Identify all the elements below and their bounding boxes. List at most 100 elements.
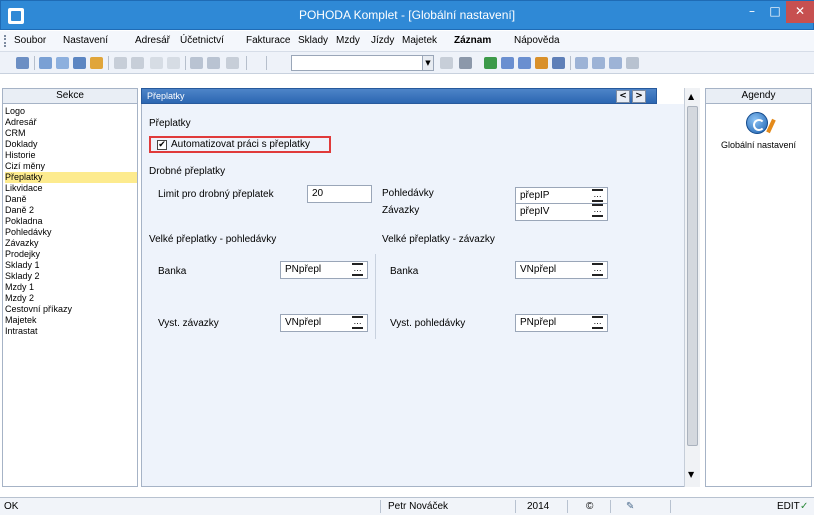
users-icon[interactable]: [535, 57, 548, 69]
menu-sklady[interactable]: Sklady: [298, 35, 328, 46]
minimize-button[interactable]: –: [739, 1, 765, 23]
section-item-sklady-2[interactable]: Sklady 2: [5, 271, 137, 282]
section-item-logo[interactable]: Logo: [5, 106, 137, 117]
report-icon[interactable]: [90, 57, 103, 69]
quick-search-combo[interactable]: [291, 55, 434, 71]
library-icon[interactable]: [16, 57, 29, 69]
menu-majetek[interactable]: Majetek: [402, 35, 437, 46]
bank-right-select-icon[interactable]: ⋯: [592, 263, 603, 276]
vertical-scrollbar[interactable]: ▲ ▼: [684, 88, 700, 487]
status-separator: [610, 500, 611, 513]
liabilities-select-icon[interactable]: ⋯: [592, 204, 603, 217]
big-liabilities-title: Velké přeplatky - závazky: [382, 234, 495, 245]
section-item-preplatky[interactable]: Přeplatky: [5, 172, 137, 183]
scroll-down-icon[interactable]: ▼: [688, 470, 694, 479]
sections-list: Logo Adresář CRM Doklady Historie Cizí m…: [2, 104, 138, 487]
scroll-up-icon[interactable]: ▲: [688, 92, 694, 101]
copyright-icon: ©: [586, 501, 594, 512]
issued-liabilities-value: VNpřepl: [285, 317, 322, 328]
receivables-label: Pohledávky: [382, 188, 434, 199]
list-icon[interactable]: [575, 57, 588, 69]
save-icon[interactable]: [190, 57, 203, 69]
section-item-pohledavky[interactable]: Pohledávky: [5, 227, 137, 238]
settings-panel: [141, 104, 687, 487]
menu-bar: Soubor Nastavení Adresář Účetnictví Fakt…: [0, 31, 814, 52]
section-item-likvidace[interactable]: Likvidace: [5, 183, 137, 194]
close-button[interactable]: ✕: [786, 1, 814, 23]
section-item-dane[interactable]: Daně: [5, 194, 137, 205]
new-record-icon[interactable]: [114, 57, 127, 69]
edit-icon[interactable]: [131, 57, 144, 69]
scroll-thumb[interactable]: [687, 106, 698, 446]
section-item-pokladna[interactable]: Pokladna: [5, 216, 137, 227]
wizard-icon[interactable]: [626, 57, 639, 69]
agendas-header: Agendy: [705, 88, 812, 104]
iban-icon[interactable]: [552, 57, 565, 69]
section-item-intrastat[interactable]: Intrastat: [5, 326, 137, 337]
section-item-mzdy-1[interactable]: Mzdy 1: [5, 282, 137, 293]
issued-receivables-select-icon[interactable]: ⋯: [592, 316, 603, 329]
section-item-mzdy-2[interactable]: Mzdy 2: [5, 293, 137, 304]
small-overpay-title: Drobné přeplatky: [149, 166, 226, 177]
print-icon[interactable]: [39, 57, 52, 69]
columns-icon[interactable]: [609, 57, 622, 69]
table-icon[interactable]: [592, 57, 605, 69]
menu-ucetnictvi[interactable]: Účetnictví: [180, 35, 224, 46]
agenda-global-settings[interactable]: Globální nastavení: [705, 140, 812, 150]
auto-checkbox-row[interactable]: ✔ Automatizovat práci s přeplatky: [149, 136, 331, 153]
nav-next-button[interactable]: >: [632, 90, 646, 103]
toolbar-separator: [108, 56, 109, 70]
limit-field[interactable]: 20: [307, 185, 372, 203]
section-item-cestovni-prikazy[interactable]: Cestovní příkazy: [5, 304, 137, 315]
section-item-adresar[interactable]: Adresář: [5, 117, 137, 128]
section-item-historie[interactable]: Historie: [5, 150, 137, 161]
maximize-button[interactable]: □: [765, 1, 785, 23]
save-all-icon[interactable]: [207, 57, 220, 69]
global-settings-icon[interactable]: [746, 112, 768, 134]
receivables-value: přepIP: [520, 190, 550, 201]
section-item-prodejky[interactable]: Prodejky: [5, 249, 137, 260]
section-item-crm[interactable]: CRM: [5, 128, 137, 139]
menu-fakturace[interactable]: Fakturace: [246, 35, 290, 46]
menu-nastaveni[interactable]: Nastavení: [63, 35, 108, 46]
calculator-icon[interactable]: [518, 57, 531, 69]
receivables-select-icon[interactable]: ⋯: [592, 189, 603, 202]
auto-checkbox[interactable]: ✔: [157, 140, 167, 150]
section-item-majetek[interactable]: Majetek: [5, 315, 137, 326]
print-preview-icon[interactable]: [56, 57, 69, 69]
menu-grip[interactable]: [4, 35, 6, 47]
issued-liabilities-select-icon[interactable]: ⋯: [352, 316, 363, 329]
nav-prev-button[interactable]: <: [616, 90, 630, 103]
remove-icon[interactable]: [167, 57, 180, 69]
menu-soubor[interactable]: Soubor: [14, 35, 46, 46]
section-item-zavazky[interactable]: Závazky: [5, 238, 137, 249]
agendas-panel: [705, 104, 812, 487]
add-icon[interactable]: [150, 57, 163, 69]
folder-icon[interactable]: [459, 57, 472, 69]
toolbar-separator: [185, 56, 186, 70]
status-separator: [567, 500, 568, 513]
limit-label: Limit pro drobný přeplatek: [158, 189, 274, 200]
section-item-doklady[interactable]: Doklady: [5, 139, 137, 150]
status-bar: OK Petr Nováček 2014 © ✎ EDIT ✓: [0, 497, 814, 515]
menu-jizdy[interactable]: Jízdy: [371, 35, 394, 46]
copy-icon[interactable]: [226, 57, 239, 69]
status-separator: [380, 500, 381, 513]
section-item-sklady-1[interactable]: Sklady 1: [5, 260, 137, 271]
filter-icon[interactable]: [440, 57, 453, 69]
menu-adresar[interactable]: Adresář: [135, 35, 170, 46]
export-icon[interactable]: [73, 57, 86, 69]
refresh-icon[interactable]: [484, 57, 497, 69]
section-item-cizi-meny[interactable]: Cizí měny: [5, 161, 137, 172]
menu-zaznam[interactable]: Záznam: [454, 35, 491, 46]
section-item-dane-2[interactable]: Daně 2: [5, 205, 137, 216]
chevron-down-icon[interactable]: ▼: [422, 56, 433, 70]
grid-icon[interactable]: [501, 57, 514, 69]
bank-left-select-icon[interactable]: ⋯: [352, 263, 363, 276]
liabilities-label: Závazky: [382, 205, 420, 216]
issued-liabilities-label: Vyst. závazky: [158, 318, 219, 329]
menu-napoveda[interactable]: Nápověda: [514, 35, 560, 46]
menu-mzdy[interactable]: Mzdy: [336, 35, 360, 46]
liabilities-value: přepIV: [520, 206, 550, 217]
issued-receivables-value: PNpřepl: [520, 317, 557, 328]
